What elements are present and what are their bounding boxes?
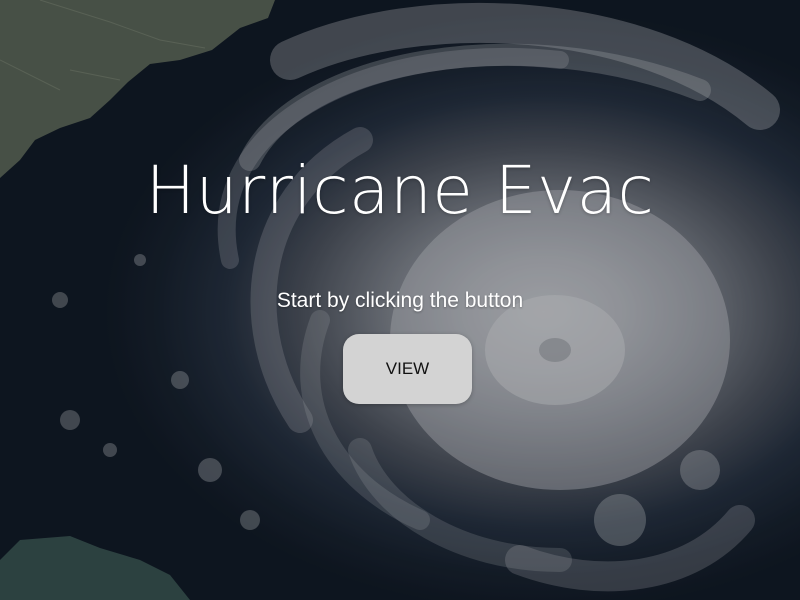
- hero-content: Hurricane Evac Start by clicking the but…: [0, 0, 800, 600]
- hero-background: Hurricane Evac Start by clicking the but…: [0, 0, 800, 600]
- view-button[interactable]: VIEW: [343, 334, 472, 404]
- page-subtitle: Start by clicking the button: [276, 289, 524, 312]
- page-title: Hurricane Evac: [145, 152, 655, 229]
